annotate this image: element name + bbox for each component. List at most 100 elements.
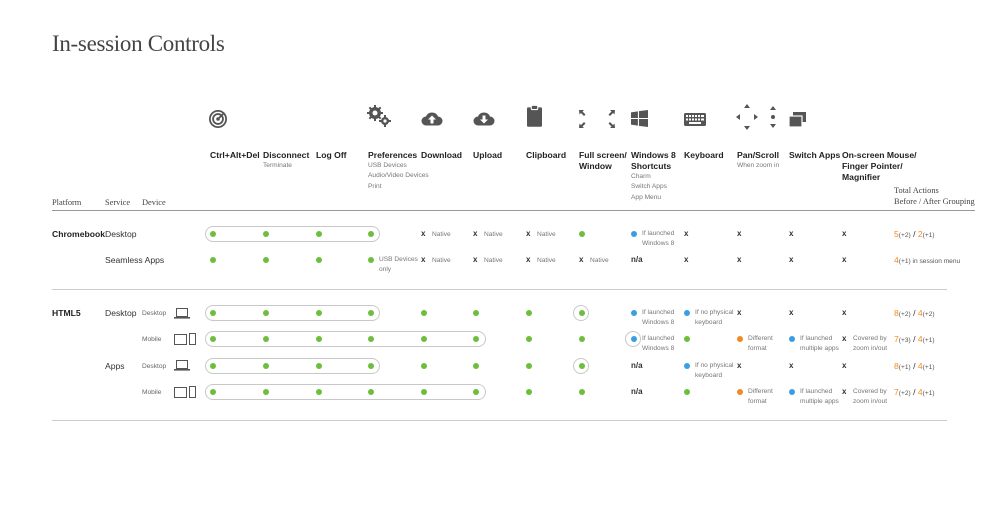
status-dot: [526, 389, 532, 395]
status-dot: [684, 336, 690, 342]
status-dot: [579, 363, 585, 369]
x-mark: x: [579, 255, 584, 264]
status-dot: [316, 310, 322, 316]
partial-dot: [737, 389, 743, 395]
target-icon: [209, 110, 227, 128]
gears-icon: [366, 104, 392, 128]
status-dot: [210, 231, 216, 237]
col-log-off: Log Off: [316, 150, 347, 160]
x-mark: x: [789, 255, 794, 264]
device-label: Desktop: [142, 310, 167, 317]
service-apps: Apps: [105, 361, 125, 371]
x-mark: x: [684, 229, 689, 238]
clipboard-icon: [527, 105, 542, 127]
platform-chromebook: Chromebook: [52, 229, 105, 239]
cloud-upload-icon: [421, 110, 443, 127]
header-divider: [52, 210, 975, 211]
status-dot: [526, 310, 532, 316]
status-dot: [579, 389, 585, 395]
partial-dot: [737, 336, 743, 342]
x-mark: x: [789, 361, 794, 370]
x-mark: x: [737, 308, 742, 317]
status-dot: [316, 363, 322, 369]
col-upload: Upload: [473, 150, 503, 160]
status-dot: [263, 231, 269, 237]
bottom-divider: [52, 420, 947, 421]
status-dot: [210, 389, 216, 395]
keyboard-icon: [684, 113, 706, 126]
condition-note: If launched multiple apps: [800, 388, 839, 406]
x-mark: x: [842, 334, 847, 343]
status-dot: [263, 336, 269, 342]
not-applicable: n/a: [631, 387, 643, 396]
header-total-actions: Total Actions Before / After Grouping: [894, 186, 975, 206]
not-applicable: n/a: [631, 361, 643, 370]
col-ctrl-alt-del: Ctrl+Alt+Del: [210, 150, 260, 160]
col-windows8-shortcuts: Windows 8 Shortcuts Charm Switch Apps App Me…: [631, 150, 676, 201]
x-mark: x: [789, 229, 794, 238]
service-desktop: Desktop: [105, 229, 137, 239]
status-dot: [368, 310, 374, 316]
laptop-icon: [174, 358, 190, 376]
native-note: Native: [537, 257, 556, 264]
status-dot: [316, 336, 322, 342]
header-device: Device: [142, 198, 166, 207]
tablet-phone-icon: [174, 385, 196, 403]
status-dot: [421, 363, 427, 369]
x-mark: x: [842, 229, 847, 238]
total-actions: 8(+2) / 4(+2): [894, 308, 935, 318]
total-actions: 4(+1) in session menu: [894, 255, 961, 265]
fullscreen-icon: [578, 109, 616, 129]
status-dot: [368, 389, 374, 395]
section-divider: [52, 289, 947, 290]
total-actions: 8(+1) / 4(+1): [894, 361, 935, 371]
tablet-phone-icon: [174, 332, 196, 350]
status-dot: [421, 336, 427, 342]
status-dot: [579, 336, 585, 342]
group-pill: [205, 358, 380, 374]
x-mark: x: [526, 229, 531, 238]
pan-arrows-icon: [736, 104, 778, 130]
conditional-dot: [631, 310, 637, 316]
status-dot: [579, 310, 585, 316]
status-dot: [316, 389, 322, 395]
group-pill: [205, 384, 486, 400]
status-dot: [473, 389, 479, 395]
page-title: In-session Controls: [52, 31, 225, 56]
cloud-download-icon: [473, 110, 495, 127]
device-label: Desktop: [142, 363, 167, 370]
x-mark: x: [526, 255, 531, 264]
conditional-dot: [631, 336, 637, 342]
native-note: Native: [484, 257, 503, 264]
col-download: Download: [421, 150, 463, 160]
native-note: Native: [537, 231, 556, 238]
status-dot: [263, 363, 269, 369]
device-label: Mobile: [142, 336, 162, 343]
x-mark: x: [737, 229, 742, 238]
service-desktop: Desktop: [105, 308, 137, 318]
status-dot: [368, 231, 374, 237]
x-mark: x: [842, 308, 847, 317]
x-mark: x: [684, 255, 689, 264]
condition-note: Different format: [748, 388, 773, 406]
status-dot: [368, 257, 374, 263]
condition-note: Different format: [748, 335, 773, 353]
native-note: Native: [432, 257, 451, 264]
status-dot: [421, 310, 427, 316]
platform-html5: HTML5: [52, 308, 81, 318]
x-mark: x: [473, 229, 478, 238]
col-switch-apps: Switch Apps: [789, 150, 841, 160]
status-dot: [473, 336, 479, 342]
col-fullscreen: Full screen/Window: [579, 150, 627, 171]
condition-note: If launched Windows 8: [642, 309, 675, 327]
col-keyboard: Keyboard: [684, 150, 724, 160]
status-dot: [263, 389, 269, 395]
status-dot: [210, 336, 216, 342]
condition-note: If launched multiple apps: [800, 335, 839, 353]
status-dot: [684, 389, 690, 395]
service-seamless-apps: Seamless Apps: [105, 255, 165, 265]
col-preferences: Preferences USB Devices Audio/Video Device…: [368, 150, 429, 190]
status-dot: [473, 310, 479, 316]
laptop-icon: [174, 306, 190, 324]
condition-note: If launched Windows 8: [642, 230, 675, 248]
